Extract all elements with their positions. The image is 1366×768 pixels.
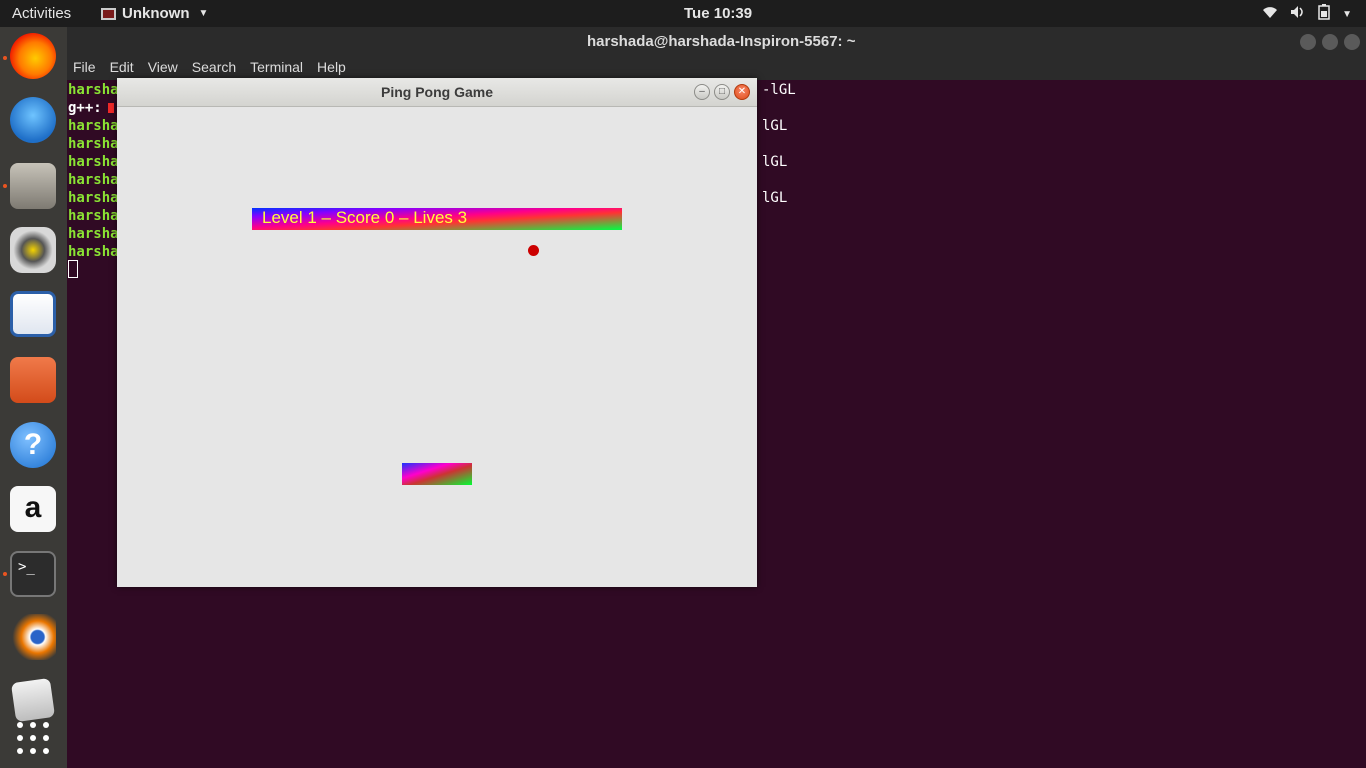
dock: ? a >_ <box>0 27 67 768</box>
running-indicator <box>3 572 7 576</box>
volume-icon <box>1290 5 1306 23</box>
terminal-title: harshada@harshada-Inspiron-5567: ~ <box>587 33 856 50</box>
terminal-icon[interactable]: >_ <box>10 551 56 597</box>
hud-text: Level 1 – Score 0 – Lives 3 <box>262 208 468 227</box>
app-menu[interactable]: Unknown ▼ <box>101 5 208 22</box>
app-menu-label: Unknown <box>122 5 190 22</box>
terminal-line: harsha <box>68 244 119 260</box>
system-tray[interactable]: ▼ <box>1262 4 1352 24</box>
terminal-fragment: lGL <box>762 118 788 134</box>
terminal-line: harsha <box>68 226 119 242</box>
minimize-button[interactable]: – <box>694 84 710 100</box>
minimize-button[interactable] <box>1300 34 1316 50</box>
amazon-icon[interactable]: a <box>10 486 56 532</box>
game-window[interactable]: Ping Pong Game – □ ✕ Level 1 – Score 0 –… <box>117 78 757 587</box>
game-canvas[interactable]: Level 1 – Score 0 – Lives 3 <box>117 107 757 587</box>
thunderbird-icon[interactable] <box>10 97 56 143</box>
terminal-line: harsha <box>68 82 119 98</box>
files-icon[interactable] <box>10 163 56 209</box>
software-icon[interactable] <box>10 357 56 403</box>
terminal-line: harsha <box>68 154 119 170</box>
game-title: Ping Pong Game <box>380 84 493 100</box>
terminal-titlebar[interactable]: harshada@harshada-Inspiron-5567: ~ <box>67 27 1366 57</box>
terminal-line: g++: <box>68 100 114 116</box>
app-icon <box>101 7 116 20</box>
rhythmbox-icon[interactable] <box>10 227 56 273</box>
clock[interactable]: Tue 10:39 <box>684 5 752 22</box>
terminal-menubar: File Edit View Search Terminal Help <box>67 57 1366 80</box>
ball <box>528 245 539 256</box>
close-button[interactable]: ✕ <box>734 84 750 100</box>
maximize-button[interactable] <box>1322 34 1338 50</box>
blender-icon[interactable] <box>10 614 56 660</box>
firefox-icon[interactable] <box>10 33 56 79</box>
top-bar: Activities Unknown ▼ Tue 10:39 ▼ <box>0 0 1366 27</box>
menu-edit[interactable]: Edit <box>110 59 134 80</box>
maximize-button[interactable]: □ <box>714 84 730 100</box>
terminal-line: harsha <box>68 136 119 152</box>
menu-view[interactable]: View <box>148 59 178 80</box>
terminal-line: harsha <box>68 118 119 134</box>
battery-icon <box>1318 4 1330 24</box>
terminal-line: harsha <box>68 190 119 206</box>
grid-icon <box>17 722 49 754</box>
running-indicator <box>3 56 7 60</box>
menu-search[interactable]: Search <box>192 59 236 80</box>
activities-button[interactable]: Activities <box>12 5 71 22</box>
menu-terminal[interactable]: Terminal <box>250 59 303 80</box>
running-indicator <box>3 184 7 188</box>
terminal-cursor <box>68 260 78 278</box>
menu-help[interactable]: Help <box>317 59 346 80</box>
hud-bar: Level 1 – Score 0 – Lives 3 <box>252 208 622 230</box>
terminal-fragment: lGL <box>762 154 788 170</box>
chevron-down-icon: ▼ <box>198 8 209 19</box>
help-icon[interactable]: ? <box>10 422 56 468</box>
writer-icon[interactable] <box>10 291 56 337</box>
terminal-line: harsha <box>68 208 119 224</box>
power-menu-caret-icon: ▼ <box>1342 8 1352 20</box>
paddle[interactable] <box>402 463 472 485</box>
menu-file[interactable]: File <box>73 59 96 80</box>
terminal-fragment: -lGL <box>762 82 796 98</box>
show-applications-button[interactable] <box>10 715 56 761</box>
wifi-icon <box>1262 5 1278 23</box>
game-titlebar[interactable]: Ping Pong Game – □ ✕ <box>117 78 757 107</box>
terminal-fragment: lGL <box>762 190 788 206</box>
close-button[interactable] <box>1344 34 1360 50</box>
terminal-line: harsha <box>68 172 119 188</box>
